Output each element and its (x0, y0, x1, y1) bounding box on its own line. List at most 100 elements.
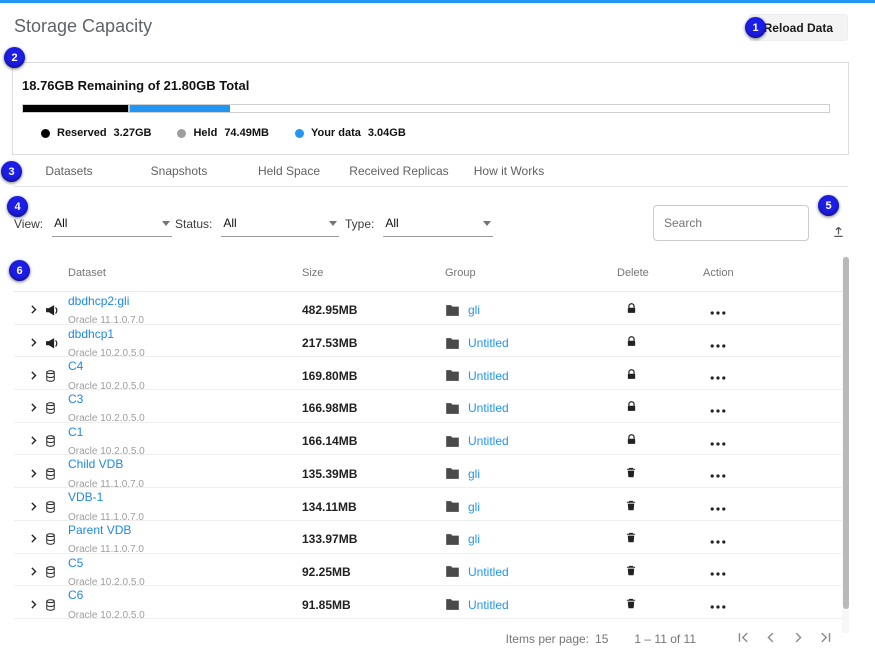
search-input[interactable] (664, 206, 798, 240)
page-title: Storage Capacity (14, 16, 152, 37)
dataset-name-link[interactable]: Child VDB (68, 457, 123, 471)
lock-icon (625, 433, 638, 446)
dataset-name-link[interactable]: C5 (68, 556, 83, 570)
lock-icon (625, 400, 638, 413)
group-link[interactable]: Untitled (468, 336, 509, 350)
dsource-icon (44, 303, 59, 318)
group-link[interactable]: Untitled (468, 369, 509, 383)
first-page-button[interactable] (734, 629, 751, 649)
status-filter-label: Status: (175, 216, 212, 231)
trash-icon (625, 531, 637, 544)
items-per-page-value[interactable]: 15 (595, 632, 608, 646)
more-horizontal-icon (710, 409, 726, 413)
more-horizontal-icon (710, 507, 726, 511)
row-actions-button[interactable] (708, 334, 728, 353)
dataset-name-link[interactable]: C1 (68, 425, 83, 439)
dataset-name-link[interactable]: VDB-1 (68, 490, 103, 504)
delete-button[interactable] (623, 464, 639, 484)
group-link[interactable]: gli (468, 532, 480, 546)
expand-row-button[interactable] (22, 336, 44, 350)
view-select[interactable]: All (52, 216, 172, 237)
datasets-table: Dataset Size Group Delete Action (14, 255, 842, 619)
dataset-name-link[interactable]: C6 (68, 588, 83, 602)
locked-delete-button[interactable] (623, 398, 640, 418)
folder-icon (445, 402, 460, 415)
delete-button[interactable] (623, 529, 639, 549)
trash-icon (625, 466, 637, 479)
group-link[interactable]: Untitled (468, 401, 509, 415)
expand-row-button[interactable] (22, 401, 44, 415)
scrollbar-thumb[interactable] (843, 257, 849, 609)
status-select[interactable]: All (221, 216, 339, 237)
delete-button[interactable] (623, 497, 639, 517)
locked-delete-button[interactable] (623, 300, 640, 320)
group-link[interactable]: gli (468, 500, 480, 514)
chevron-down-icon (483, 221, 491, 226)
delete-button[interactable] (623, 595, 639, 615)
legend-value: 3.27GB (114, 127, 152, 139)
export-button[interactable] (829, 222, 848, 244)
table-row: C1 Oracle 10.2.0.5.0 166.14MB Untitled (14, 423, 842, 456)
dataset-name-link[interactable]: Parent VDB (68, 523, 131, 537)
dataset-size: 135.39MB (302, 467, 445, 481)
group-link[interactable]: gli (468, 467, 480, 481)
folder-icon (445, 304, 460, 317)
row-actions-button[interactable] (708, 497, 728, 516)
dataset-size: 482.95MB (302, 303, 445, 317)
expand-row-button[interactable] (22, 467, 44, 481)
row-actions-button[interactable] (708, 464, 728, 483)
row-actions-button[interactable] (708, 595, 728, 614)
dataset-size: 166.98MB (302, 401, 445, 415)
row-actions-button[interactable] (708, 432, 728, 451)
expand-row-button[interactable] (22, 434, 44, 448)
type-filter: Type: All (345, 216, 493, 237)
next-page-button[interactable] (790, 629, 807, 649)
search-box (653, 205, 809, 241)
tab-item[interactable]: Datasets (14, 158, 124, 186)
dataset-name-link[interactable]: dbdhcp1 (68, 327, 114, 341)
more-horizontal-icon (710, 572, 726, 576)
capacity-summary: 18.76GB Remaining of 21.80GB Total (22, 78, 830, 93)
locked-delete-button[interactable] (623, 366, 640, 386)
folder-icon (445, 598, 460, 611)
legend-your-data: Your data 3.04GB (295, 127, 406, 139)
table-scrollbar (842, 256, 849, 633)
pagination-footer: Items per page: 15 1 – 11 of 11 (14, 624, 835, 654)
expand-row-button[interactable] (22, 598, 44, 612)
group-link[interactable]: gli (468, 303, 480, 317)
table-row: dbdhcp2:gli Oracle 11.1.0.7.0 482.95MB g… (14, 292, 842, 325)
expand-row-button[interactable] (22, 532, 44, 546)
tab-item[interactable]: How it Works (454, 158, 564, 186)
group-link[interactable]: Untitled (468, 598, 509, 612)
row-actions-button[interactable] (708, 301, 728, 320)
chevron-right-icon (27, 336, 40, 349)
locked-delete-button[interactable] (623, 333, 640, 353)
chevron-right-icon (27, 532, 40, 545)
tab-item[interactable]: Received Replicas (344, 158, 454, 186)
type-select-value: All (385, 216, 398, 230)
row-actions-button[interactable] (708, 530, 728, 549)
dataset-name-link[interactable]: C3 (68, 392, 83, 406)
dataset-name-link[interactable]: dbdhcp2:gli (68, 294, 129, 308)
previous-page-button[interactable] (762, 629, 779, 649)
dataset-name-link[interactable]: C4 (68, 359, 83, 373)
expand-row-button[interactable] (22, 500, 44, 514)
delete-button[interactable] (623, 562, 639, 582)
database-icon (44, 401, 57, 415)
expand-row-button[interactable] (22, 303, 44, 317)
row-actions-button[interactable] (708, 562, 728, 581)
chevron-right-icon (27, 369, 40, 382)
group-link[interactable]: Untitled (468, 434, 509, 448)
tab-item[interactable]: Held Space (234, 158, 344, 186)
expand-row-button[interactable] (22, 565, 44, 579)
row-actions-button[interactable] (708, 399, 728, 418)
last-page-button[interactable] (818, 629, 835, 649)
tab-item[interactable]: Snapshots (124, 158, 234, 186)
database-icon (44, 598, 57, 612)
more-horizontal-icon (710, 442, 726, 446)
row-actions-button[interactable] (708, 366, 728, 385)
locked-delete-button[interactable] (623, 431, 640, 451)
group-link[interactable]: Untitled (468, 565, 509, 579)
type-select[interactable]: All (383, 216, 493, 237)
expand-row-button[interactable] (22, 369, 44, 383)
